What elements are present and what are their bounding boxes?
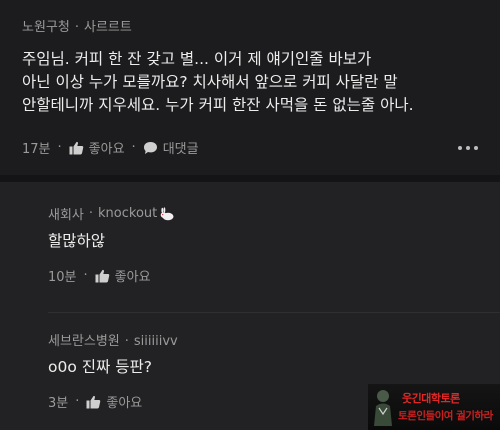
more-options-icon[interactable] [458,146,478,150]
reply-channel[interactable]: knockout [98,206,157,221]
more-dot [458,146,462,150]
comment-meta: 노원구청 · 사르르트 [22,16,132,35]
reply-text: o0o 진짜 등판? [48,358,152,376]
more-dot [474,146,478,150]
reply-button[interactable]: 대댓글 [143,138,199,157]
watermark-logo: 웃긴대학토론 토론인들이여 궐기하라 [368,384,500,430]
comment-body: 주임님. 커피 한 잔 갖고 별... 이거 제 얘기인줄 바보가 아닌 이상 … [22,48,492,117]
rabbit-icon [160,206,174,220]
thumbs-up-icon [86,395,101,408]
like-button[interactable]: 좋아요 [69,138,125,157]
thumbs-up-icon [95,269,109,282]
comment-time: 17분 [22,142,51,157]
watermark-slogan: 토론인들이여 궐기하라 [398,410,493,422]
like-label: 좋아요 [106,396,143,411]
comment-line: 주임님. 커피 한 잔 갖고 별... 이거 제 얘기인줄 바보가 [22,50,372,68]
comment-author[interactable]: 노원구청 [22,20,70,35]
like-button[interactable]: 좋아요 [86,392,142,411]
reply-meta: 새회사 · knockout [48,204,175,223]
like-label: 좋아요 [114,270,151,285]
reply-actions: 10분 · 좋아요 [48,266,151,285]
reply-channel[interactable]: siiiiiivv [134,334,178,349]
watermark-figure [374,390,392,426]
meta-dot: · [88,206,94,221]
comment-channel[interactable]: 사르르트 [84,20,132,35]
actions-dot: · [75,394,80,409]
like-button[interactable]: 좋아요 [95,266,151,285]
reply-label: 대댓글 [162,142,199,157]
actions-dot: · [83,268,88,283]
reply-text: 할많하않 [48,232,106,250]
reply-actions: 3분 · 좋아요 [48,392,142,411]
reply-author[interactable]: 세브란스병원 [48,334,120,349]
comment-card: 노원구청 · 사르르트 주임님. 커피 한 잔 갖고 별... 이거 제 얘기인줄 … [0,0,500,175]
like-label: 좋아요 [88,142,125,157]
actions-dot: · [131,140,136,155]
actions-dot: · [57,140,62,155]
watermark-title: 웃긴대학토론 [402,392,460,405]
comment-actions: 17분 · 좋아요 · 대댓글 [22,138,199,157]
comment-line: 아닌 이상 누가 모를까요? 치사해서 앞으로 커피 사달란 말 [22,73,398,91]
meta-dot: · [124,334,129,349]
more-dot [466,146,470,150]
meta-dot: · [74,20,79,35]
section-divider [0,175,500,182]
reply-time: 10분 [48,270,77,285]
comment-line: 안할테니까 지우세요. 누가 커피 한잔 사먹을 돈 없는줄 아나. [22,96,414,114]
comment-icon [143,141,157,154]
thumbs-up-icon [69,141,83,154]
reply-divider [48,312,500,313]
reply-meta: 세브란스병원 · siiiiiivv [48,330,178,349]
reply-time: 3분 [48,396,69,411]
reply-author[interactable]: 새회사 [48,204,84,223]
